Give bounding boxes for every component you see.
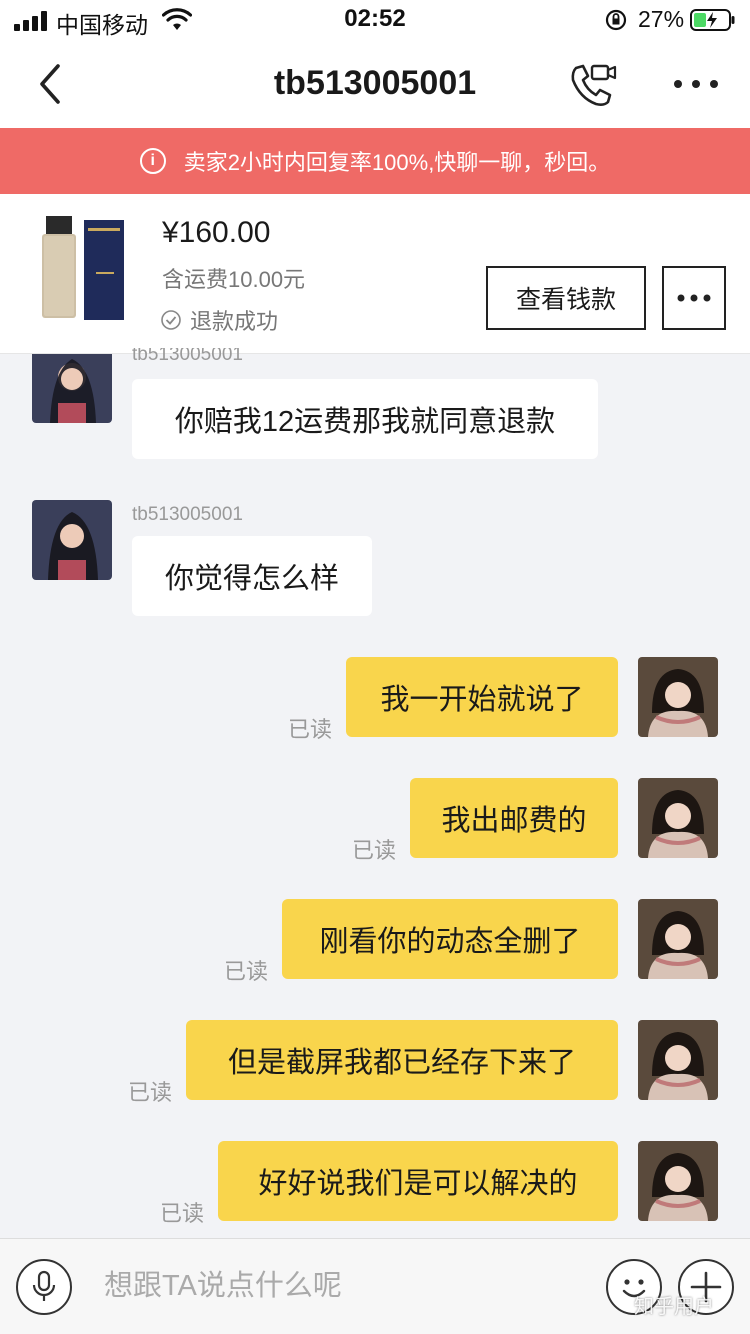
outgoing-message[interactable]: 好好说我们是可以解决的 (218, 1141, 618, 1221)
message-input[interactable] (84, 1253, 594, 1319)
seller-avatar[interactable] (32, 354, 112, 423)
product-thumbnail[interactable] (36, 212, 136, 324)
outgoing-message[interactable]: 但是截屏我都已经存下来了 (186, 1020, 618, 1100)
notice-text: 卖家2小时内回复率100%,快聊一聊，秒回。 (183, 150, 611, 175)
rotation-lock-icon (605, 9, 627, 31)
outgoing-message[interactable]: 刚看你的动态全删了 (282, 899, 618, 979)
status-bar: 中国移动 02:52 27% (0, 0, 750, 40)
reply-rate-notice: i 卖家2小时内回复率100%,快聊一聊，秒回。 (0, 128, 750, 194)
user-avatar[interactable] (638, 1141, 718, 1221)
read-receipt: 已读 (160, 1201, 205, 1226)
order-card: ¥160.00 含运费10.00元 退款成功 查看钱款 (0, 194, 750, 354)
read-receipt: 已读 (128, 1080, 173, 1105)
voice-button[interactable] (16, 1259, 72, 1315)
incoming-message[interactable]: 你觉得怎么样 (132, 536, 372, 616)
nav-bar: tb513005001 (0, 40, 750, 128)
check-circle-icon (161, 310, 181, 330)
seller-avatar[interactable] (32, 500, 112, 580)
view-payment-button[interactable]: 查看钱款 (486, 266, 646, 330)
refund-status-label: 退款成功 (190, 309, 279, 334)
sender-name: tb513005001 (132, 504, 243, 525)
composer-bar (0, 1238, 750, 1334)
sender-name: tb513005001 (132, 348, 243, 365)
incoming-message[interactable]: 你赔我12运费那我就同意退款 (132, 379, 598, 459)
more-icon (677, 294, 711, 302)
order-more-button[interactable] (662, 266, 726, 330)
outgoing-message[interactable]: 我一开始就说了 (346, 657, 618, 737)
outgoing-message[interactable]: 我出邮费的 (410, 778, 618, 858)
chat-title: tb513005001 (273, 64, 477, 102)
read-receipt: 已读 (224, 959, 269, 984)
order-price: ¥160.00 (162, 216, 271, 249)
refund-status: 退款成功 (160, 304, 278, 336)
user-avatar[interactable] (638, 657, 718, 737)
read-receipt: 已读 (352, 838, 397, 863)
video-call-icon[interactable] (568, 62, 618, 108)
user-avatar[interactable] (638, 899, 718, 979)
shipping-fee: 含运费10.00元 (162, 267, 306, 292)
read-receipt: 已读 (288, 717, 333, 742)
battery-icon (690, 9, 735, 31)
user-avatar[interactable] (638, 778, 718, 858)
info-icon: i (139, 148, 166, 174)
microphone-icon (32, 1270, 56, 1301)
more-icon[interactable] (670, 72, 722, 96)
user-avatar[interactable] (638, 1020, 718, 1100)
battery-percent: 27% (638, 6, 685, 32)
watermark: 知乎用户 (634, 1296, 714, 1318)
